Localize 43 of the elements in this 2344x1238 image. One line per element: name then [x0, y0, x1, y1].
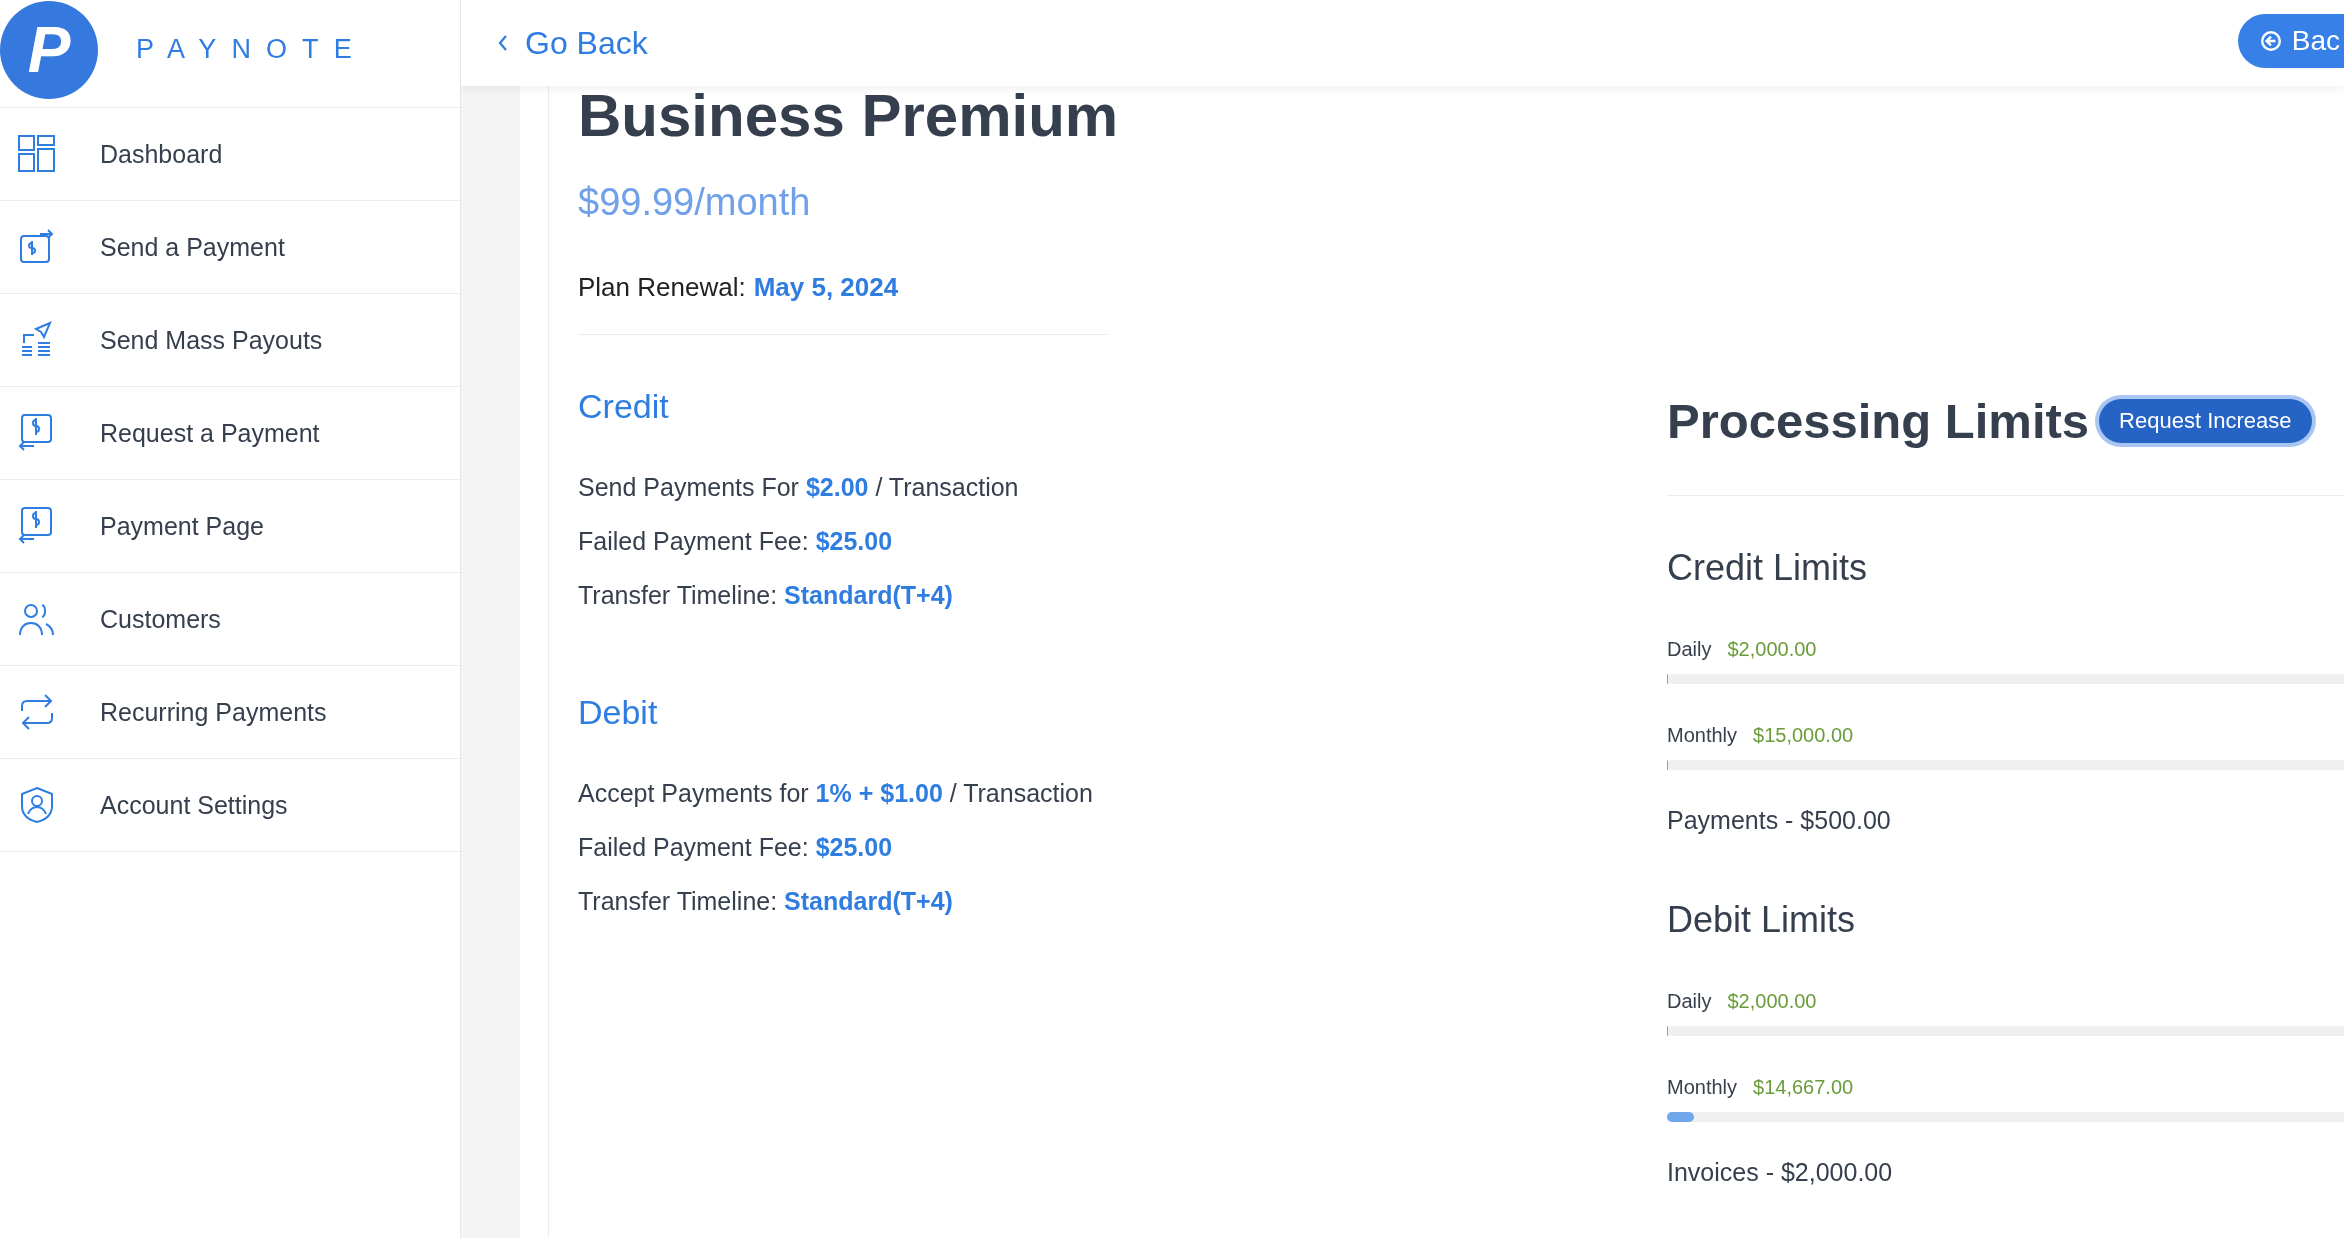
limit-total: Invoices - $2,000.00 [1667, 1157, 1894, 1187]
limit-label: Monthly [1667, 1075, 1738, 1099]
section-heading: Credit [578, 386, 670, 426]
repeat-icon [18, 693, 56, 731]
brand-name: PAYNOTE [136, 34, 367, 65]
nav-item[interactable]: Send a Payment [0, 201, 460, 294]
renewal-label: Plan Renewal: [578, 271, 746, 303]
fee-line: Failed Payment Fee: $25.00 [578, 832, 894, 863]
limit-label: Monthly [1667, 723, 1738, 747]
limit-amount: $2,000.00 [1727, 637, 1817, 661]
fee-line: Transfer Timeline: Standard(T+4) [578, 886, 954, 917]
shield-user-icon [18, 786, 56, 824]
limit-label: Daily [1667, 989, 1712, 1013]
logo-badge: P [0, 0, 98, 99]
circle-arrow-left-icon [2259, 30, 2282, 52]
fee-line: Failed Payment Fee: $25.00 [578, 526, 894, 557]
limits-heading: Debit Limits [1667, 898, 1857, 942]
renewal-date: May 5, 2024 [753, 271, 899, 303]
nav-item[interactable]: Send Mass Payouts [0, 294, 460, 387]
dollar-send-icon [18, 228, 56, 266]
nav-item[interactable]: Customers [0, 573, 460, 666]
plan-price: $99.99/month [578, 180, 812, 225]
back-button[interactable]: Bac [2237, 14, 2344, 68]
limit-total: Payments - $500.00 [1667, 805, 1892, 835]
dashboard-icon [18, 135, 56, 173]
fee-line: Accept Payments for 1% + $1.00 / Transaction [578, 778, 1094, 809]
nav-item[interactable]: Request a Payment [0, 387, 460, 480]
nav-item[interactable]: Recurring Payments [0, 666, 460, 759]
section-heading: Debit [578, 692, 659, 732]
nav-item[interactable]: Payment Page [0, 480, 460, 573]
fee-line: Send Payments For $2.00 / Transaction [578, 472, 1020, 503]
limit-amount: $15,000.00 [1753, 723, 1854, 747]
limit-amount: $14,667.00 [1753, 1075, 1854, 1099]
limit-label: Daily [1667, 637, 1712, 661]
limits-title: Processing Limits [1667, 393, 2090, 449]
fee-line: Transfer Timeline: Standard(T+4) [578, 580, 954, 611]
nav-item[interactable]: Dashboard [0, 108, 460, 201]
limit-amount: $2,000.00 [1727, 989, 1817, 1013]
go-back-link[interactable]: Go Back [497, 24, 648, 62]
chevron-left-icon [497, 33, 509, 53]
plan-title: Business Premium [578, 81, 1120, 151]
nav-item[interactable]: Account Settings [0, 759, 460, 852]
limits-heading: Credit Limits [1667, 546, 1869, 590]
